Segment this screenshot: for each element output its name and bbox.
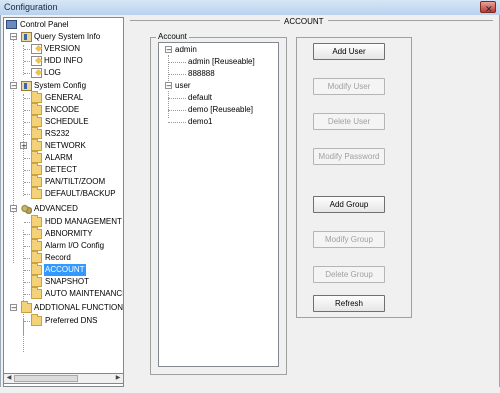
config-icon: [21, 81, 32, 91]
account-tree[interactable]: − admin admin [Reuseable] 888888 − user …: [158, 42, 279, 367]
folder-icon: [31, 287, 42, 299]
delete-user-button[interactable]: Delete User: [313, 113, 385, 130]
modify-group-button[interactable]: Modify Group: [313, 231, 385, 248]
folder-icon: [31, 115, 42, 127]
collapse-icon[interactable]: −: [10, 304, 17, 312]
add-user-button[interactable]: Add User: [313, 43, 385, 60]
window-title: Configuration: [4, 2, 58, 12]
folder-icon: [31, 239, 42, 251]
tree-horizontal-scrollbar[interactable]: ◀ ▶: [3, 373, 124, 384]
folder-icon: [31, 227, 42, 239]
folder-icon: [31, 314, 42, 326]
collapse-icon[interactable]: −: [10, 205, 17, 213]
monitor-icon: [6, 20, 17, 29]
close-icon: ✕: [485, 4, 493, 14]
collapse-icon[interactable]: −: [165, 46, 172, 54]
window-bottom-edge: [0, 387, 500, 393]
config-tree[interactable]: Control Panel − Query System Info VERSIO…: [3, 17, 124, 387]
close-button[interactable]: ✕: [480, 1, 496, 14]
folder-icon: [31, 163, 42, 175]
modify-password-button[interactable]: Modify Password: [313, 148, 385, 165]
folder-icon: [31, 175, 42, 187]
config-icon: [21, 32, 32, 42]
folder-icon: [31, 251, 42, 263]
folder-icon: [31, 127, 42, 139]
folder-icon: [21, 301, 32, 313]
account-group-label: Account: [156, 32, 189, 41]
expand-icon[interactable]: +: [20, 142, 27, 150]
refresh-button[interactable]: Refresh: [313, 295, 385, 312]
folder-icon: [31, 151, 42, 163]
collapse-icon[interactable]: −: [165, 82, 172, 90]
folder-icon: [31, 275, 42, 287]
folder-icon: [31, 263, 42, 275]
folder-icon: [31, 103, 42, 115]
gears-icon: [21, 204, 32, 214]
collapse-icon[interactable]: −: [10, 33, 17, 41]
folder-icon: [31, 91, 42, 103]
document-icon: [31, 68, 42, 78]
window-titlebar: Configuration ✕: [0, 0, 500, 16]
delete-group-button[interactable]: Delete Group: [313, 266, 385, 283]
scroll-right-arrow-icon[interactable]: ▶: [113, 374, 123, 383]
document-icon: [31, 44, 42, 54]
panel-title: ACCOUNT: [280, 17, 328, 26]
add-group-button[interactable]: Add Group: [313, 196, 385, 213]
document-icon: [31, 56, 42, 66]
tree-connector: [23, 319, 24, 352]
folder-icon: [31, 187, 42, 199]
scrollbar-thumb[interactable]: [14, 375, 78, 382]
tree-connector: [13, 33, 14, 263]
folder-icon: [31, 215, 42, 227]
scroll-left-arrow-icon[interactable]: ◀: [4, 374, 14, 383]
modify-user-button[interactable]: Modify User: [313, 78, 385, 95]
collapse-icon[interactable]: −: [10, 82, 17, 90]
folder-icon: [31, 139, 42, 151]
